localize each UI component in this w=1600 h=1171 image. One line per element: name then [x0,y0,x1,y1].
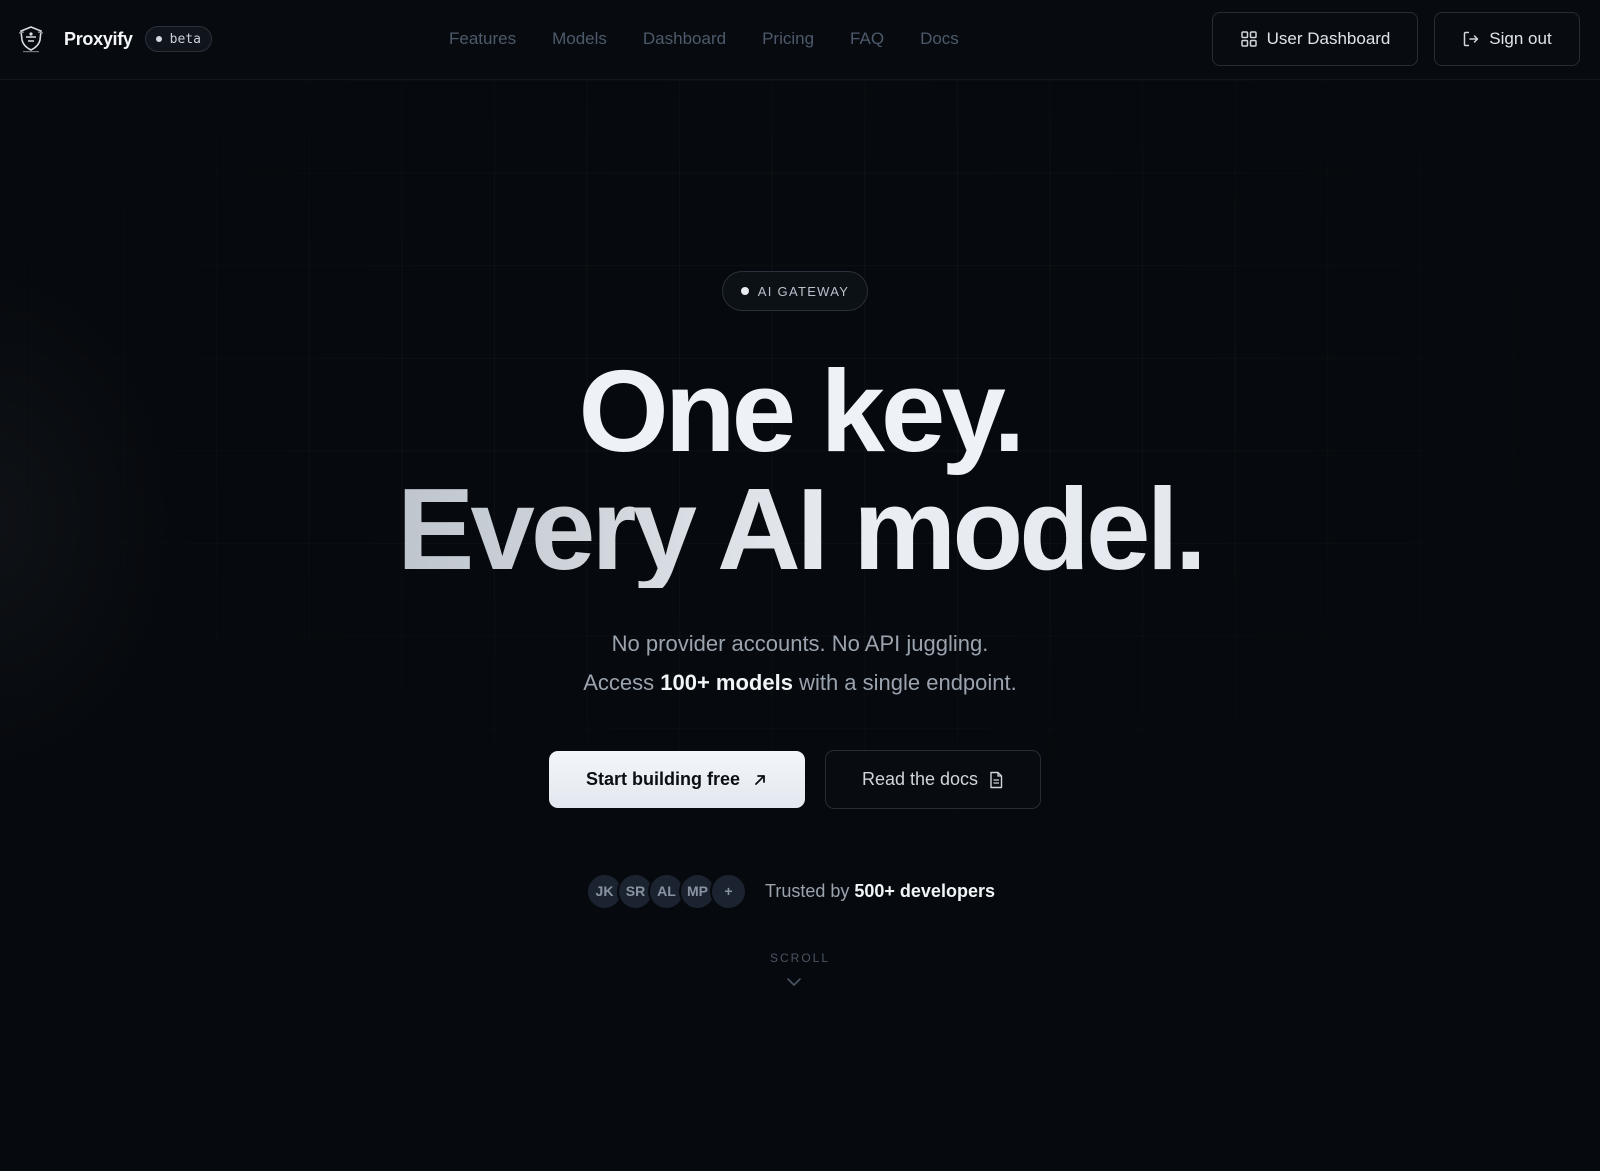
main-nav: Features Models Dashboard Pricing FAQ Do… [449,27,995,51]
nav-link-dashboard[interactable]: Dashboard [643,27,726,51]
start-building-button[interactable]: Start building free [549,751,805,808]
ai-gateway-pill: AI GATEWAY [722,271,868,311]
document-icon [990,771,1003,788]
user-dashboard-button[interactable]: User Dashboard [1212,12,1418,66]
sign-out-label: Sign out [1489,29,1552,48]
scroll-label: SCROLL [769,951,831,965]
subtitle-line-2: Access 100+ models with a single endpoin… [0,663,1600,702]
hero-headline: One key. Every AI model. [0,352,1600,588]
developer-count: 500+ developers [854,880,995,901]
user-dashboard-label: User Dashboard [1266,29,1391,48]
trusted-by-row: JK SR AL MP + Trusted by 500+ developers [586,872,995,910]
headline-line-2: Every AI model. [0,470,1600,588]
hero-subtitle: No provider accounts. No API juggling. A… [0,624,1600,702]
nav-link-pricing[interactable]: Pricing [762,27,814,51]
read-docs-button[interactable]: Read the docs [825,750,1041,809]
pill-dot-icon [740,287,749,295]
subtitle-line-2-suffix: with a single endpoint. [792,670,1017,695]
avatar-stack: JK SR AL MP + [586,872,747,910]
chevron-down-icon[interactable] [786,976,802,988]
trusted-prefix: Trusted by [765,880,855,901]
avatar-more: + [710,872,747,910]
nav-link-features[interactable]: Features [449,27,516,51]
sign-out-button[interactable]: Sign out [1434,12,1580,66]
brand-name: Proxyify [64,28,133,49]
beta-badge: beta [144,26,212,52]
headline-line-1: One key. [578,346,1026,476]
arrow-up-right-icon [755,774,765,785]
brand[interactable]: Proxyify beta [16,22,212,56]
grid-icon [1240,31,1257,47]
nav-link-docs[interactable]: Docs [920,27,959,51]
shield-logo-icon [18,26,44,53]
top-navbar: Proxyify beta Features Models Dashboard … [0,0,1600,80]
subtitle-line-2-prefix: Access [583,670,661,695]
trusted-by-text: Trusted by 500+ developers [765,881,995,902]
beta-label: beta [169,31,201,47]
beta-dot-icon [155,36,162,42]
subtitle-line-1: No provider accounts. No API juggling. [611,631,989,656]
page: Proxyify beta Features Models Dashboard … [0,0,1600,1171]
nav-link-models[interactable]: Models [552,27,607,51]
read-docs-label: Read the docs [861,769,979,789]
pill-label: AI GATEWAY [757,283,850,299]
sign-out-icon [1464,31,1479,47]
subtitle-models-count: 100+ models [660,670,793,695]
nav-link-faq[interactable]: FAQ [850,27,884,51]
start-building-label: Start building free [585,769,740,789]
